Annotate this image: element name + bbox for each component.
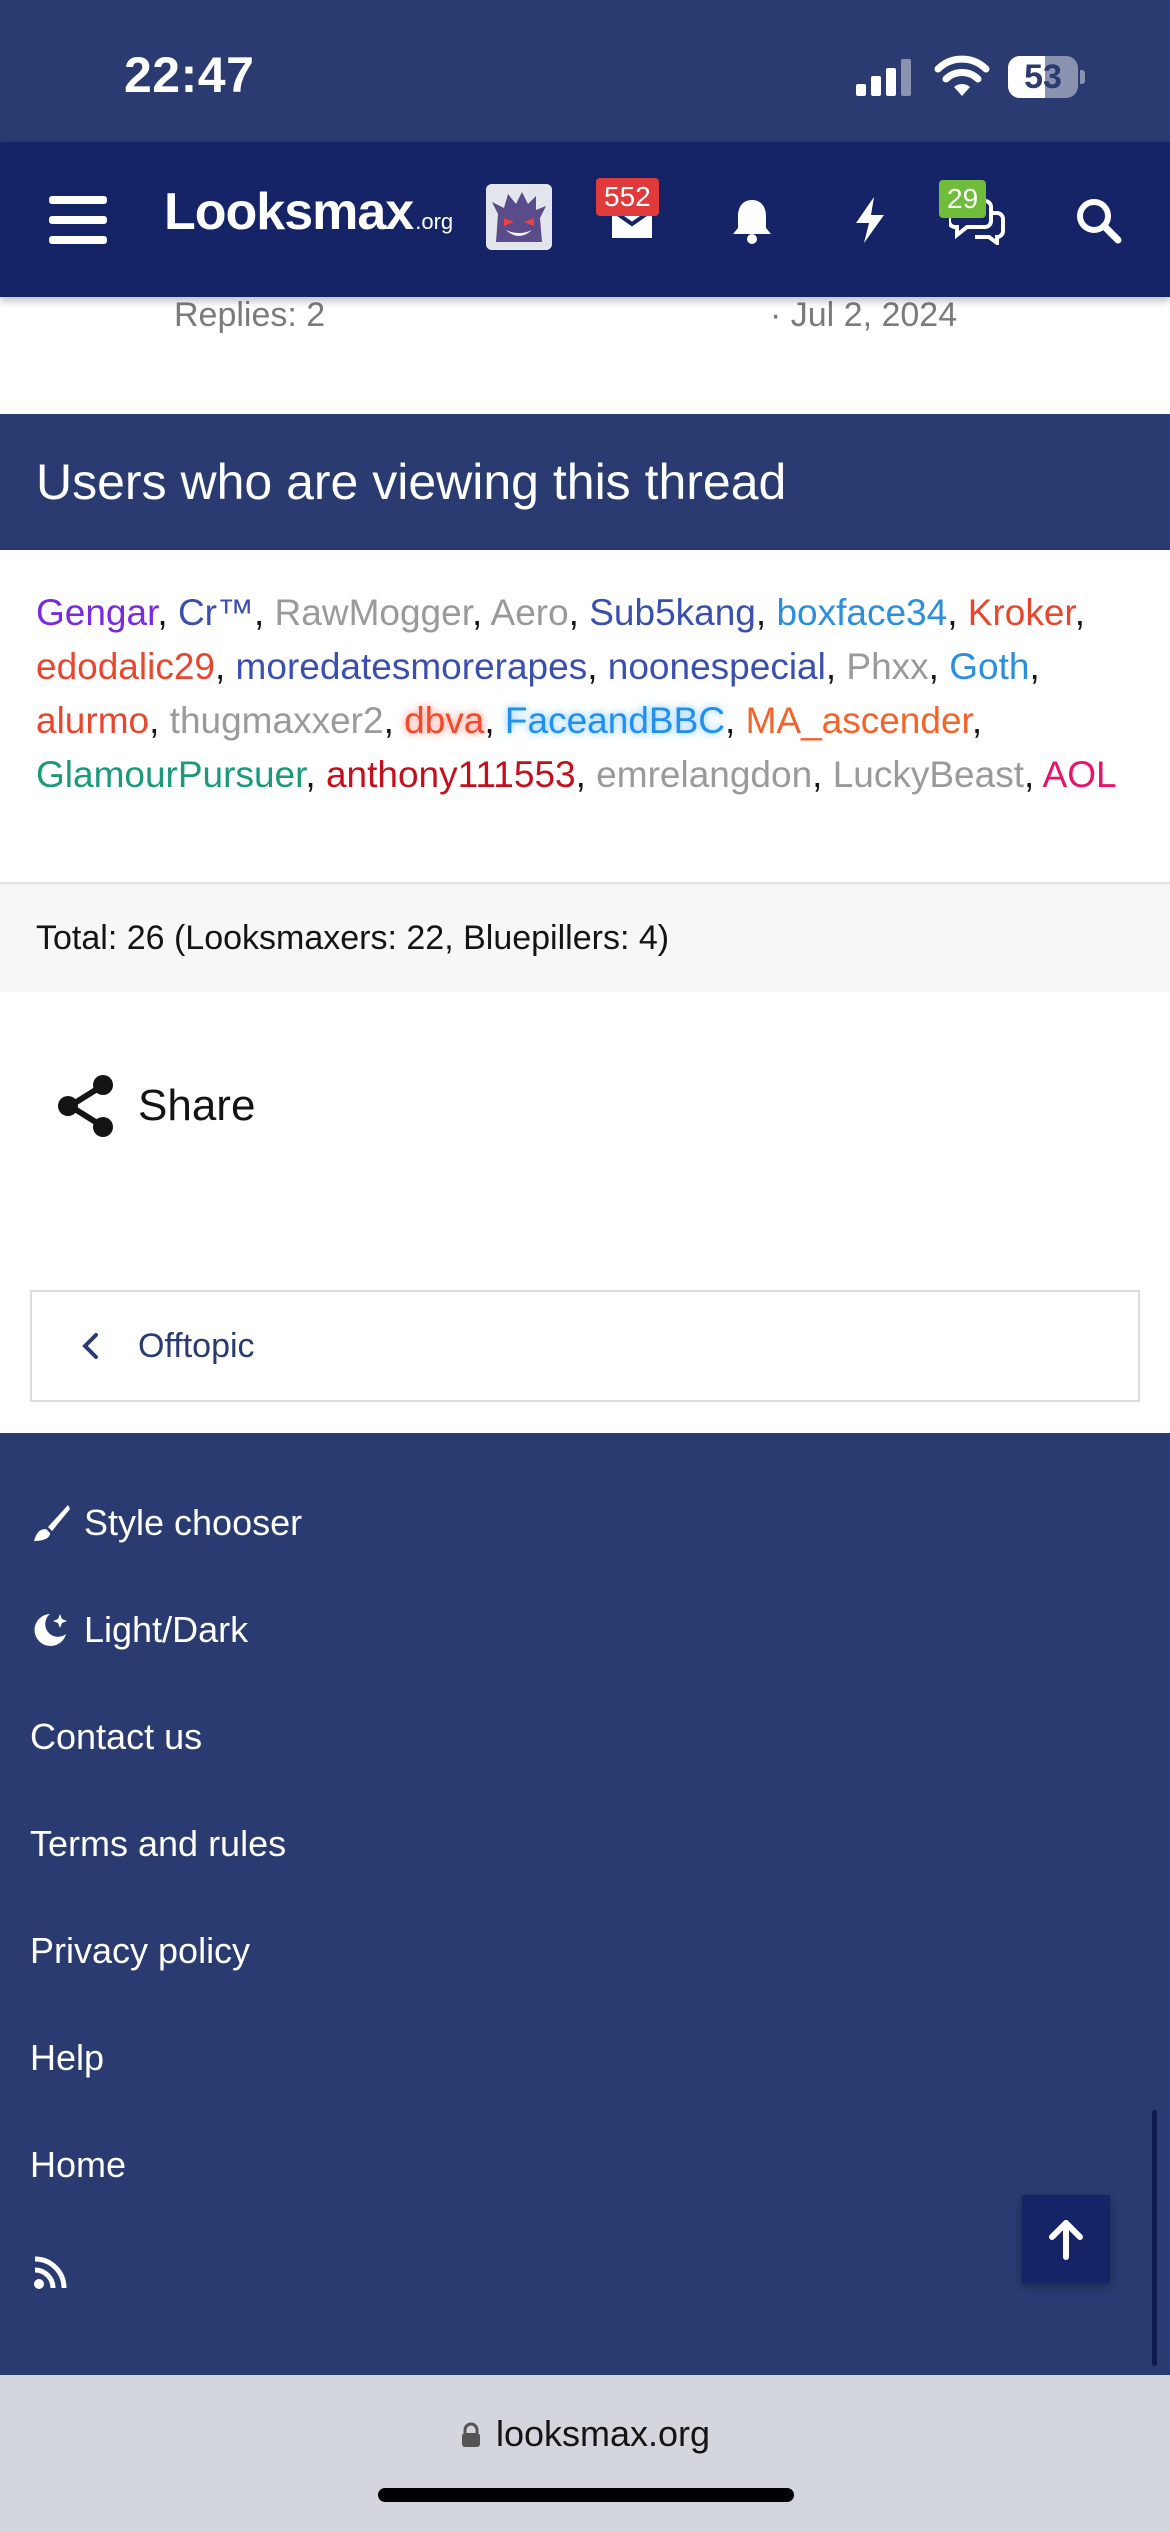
lightning-icon xyxy=(856,196,884,243)
footer-help[interactable]: Help xyxy=(30,2028,104,2088)
viewer-separator: , xyxy=(947,592,968,633)
viewer-separator: , xyxy=(971,700,983,741)
breadcrumb-label: Offtopic xyxy=(138,1326,255,1365)
menu-icon xyxy=(49,195,107,244)
viewer-separator: , xyxy=(157,592,178,633)
viewer-user-link[interactable]: dbva xyxy=(404,700,484,741)
footer-light-dark-label: Light/Dark xyxy=(84,1609,249,1650)
viewer-separator: , xyxy=(755,592,777,633)
browser-url: looksmax.org xyxy=(495,2413,711,2454)
replies-count: Replies: 2 xyxy=(174,296,326,334)
viewers-total: Total: 26 (Looksmaxers: 22, Bluepillers:… xyxy=(0,884,1170,992)
viewers-list: Gengar, Cr™, RawMogger, Aero, Sub5kang, … xyxy=(0,550,1170,884)
viewer-separator: , xyxy=(725,700,746,741)
viewer-separator: , xyxy=(383,700,405,741)
viewer-separator: , xyxy=(149,700,170,741)
viewers-heading: Users who are viewing this thread xyxy=(0,414,1170,550)
battery-level: 53 xyxy=(1024,58,1062,96)
conversations-button[interactable]: 29 xyxy=(935,142,1019,297)
viewer-separator: , xyxy=(214,646,236,687)
search-button[interactable] xyxy=(1058,142,1138,297)
site-footer: Style chooser Light/Dark Contact us Term… xyxy=(0,1433,1170,2375)
viewer-user-link[interactable]: GlamourPursuer xyxy=(36,754,305,795)
arrow-up-icon xyxy=(1049,2220,1083,2260)
inbox-badge: 552 xyxy=(596,178,659,216)
viewer-user-link[interactable]: FaceandBBC xyxy=(505,700,725,741)
viewer-separator: , xyxy=(568,592,590,633)
viewer-separator: , xyxy=(1029,646,1040,687)
alerts-button[interactable] xyxy=(712,142,792,297)
logo-tld: .org xyxy=(415,209,454,234)
viewer-user-link[interactable]: AOL xyxy=(1043,754,1117,795)
viewer-user-link[interactable]: Gengar xyxy=(36,592,157,633)
viewer-user-link[interactable]: moredatesmorerapes xyxy=(236,646,588,687)
footer-style-chooser[interactable]: Style chooser xyxy=(30,1493,302,1553)
viewer-separator: , xyxy=(575,754,597,795)
logo-word: Looksmax xyxy=(164,183,414,241)
rss-icon xyxy=(34,2256,67,2289)
viewer-user-link[interactable]: MA_ascender xyxy=(746,700,972,741)
viewer-user-link[interactable]: alurmo xyxy=(36,700,149,741)
share-button[interactable]: Share xyxy=(56,1064,255,1148)
footer-home[interactable]: Home xyxy=(30,2135,126,2195)
battery-icon: 53 xyxy=(1008,56,1085,98)
browser-url-bar[interactable]: looksmax.org xyxy=(0,2375,1170,2532)
wifi-icon xyxy=(934,55,990,96)
viewer-separator: , xyxy=(471,592,491,633)
share-label: Share xyxy=(138,1081,256,1130)
share-icon xyxy=(58,1075,113,1137)
cellular-signal-icon xyxy=(856,58,912,96)
moon-icon xyxy=(34,1614,67,1646)
viewer-separator: , xyxy=(1074,592,1085,633)
viewer-separator: , xyxy=(825,646,847,687)
status-bar: 22:47 53 xyxy=(0,0,1170,142)
viewer-user-link[interactable]: Aero xyxy=(491,592,569,633)
viewer-user-link[interactable]: LuckyBeast xyxy=(833,754,1024,795)
inbox-button[interactable]: 552 xyxy=(590,142,674,297)
footer-privacy-policy[interactable]: Privacy policy xyxy=(30,1921,250,1981)
status-time: 22:47 xyxy=(124,47,255,103)
viewer-user-link[interactable]: edodalic29 xyxy=(36,646,215,687)
bell-icon xyxy=(733,199,771,244)
viewer-user-link[interactable]: Goth xyxy=(949,646,1029,687)
menu-button[interactable] xyxy=(38,142,118,297)
viewer-user-link[interactable]: Kroker xyxy=(968,592,1075,633)
viewer-separator: , xyxy=(484,700,505,741)
chevron-left-icon xyxy=(82,1333,98,1359)
gengar-avatar-image xyxy=(486,184,552,250)
viewer-separator: , xyxy=(587,646,608,687)
viewer-user-link[interactable]: emrelangdon xyxy=(596,754,812,795)
viewer-user-link[interactable]: RawMogger xyxy=(275,592,472,633)
lock-icon xyxy=(461,2422,480,2447)
whats-new-button[interactable] xyxy=(830,142,910,297)
viewer-user-link[interactable]: boxface34 xyxy=(776,592,947,633)
footer-rss[interactable] xyxy=(30,2243,84,2303)
page-scrollbar[interactable] xyxy=(1152,2110,1157,2366)
viewer-user-link[interactable]: Cr™ xyxy=(178,592,254,633)
viewer-separator: , xyxy=(812,754,833,795)
breadcrumb-offtopic[interactable]: Offtopic xyxy=(30,1290,1140,1402)
viewer-separator: , xyxy=(928,646,950,687)
footer-style-chooser-label: Style chooser xyxy=(84,1502,303,1543)
footer-terms-and-rules[interactable]: Terms and rules xyxy=(30,1814,286,1874)
brush-icon xyxy=(34,1505,70,1541)
viewer-user-link[interactable]: Phxx xyxy=(846,646,928,687)
search-icon xyxy=(1077,198,1122,243)
viewer-separator: , xyxy=(1024,754,1043,795)
site-logo[interactable]: Looksmax .org xyxy=(164,182,453,252)
viewer-user-link[interactable]: noonespecial xyxy=(608,646,826,687)
home-indicator[interactable] xyxy=(378,2488,794,2502)
viewer-user-link[interactable]: Sub5kang xyxy=(589,592,756,633)
viewer-separator: , xyxy=(253,592,275,633)
scroll-to-top-button[interactable] xyxy=(1022,2195,1110,2283)
viewer-user-link[interactable]: thugmaxxer2 xyxy=(170,700,384,741)
last-post-date: · Jul 2, 2024 xyxy=(770,296,958,334)
user-avatar[interactable] xyxy=(486,184,552,250)
viewer-user-link[interactable]: anthony111553 xyxy=(326,754,576,795)
viewer-separator: , xyxy=(305,754,326,795)
footer-light-dark[interactable]: Light/Dark xyxy=(30,1600,248,1660)
site-navbar: Looksmax .org 552 29 xyxy=(0,142,1170,297)
conversations-badge: 29 xyxy=(939,180,987,218)
footer-contact-us[interactable]: Contact us xyxy=(30,1707,202,1767)
